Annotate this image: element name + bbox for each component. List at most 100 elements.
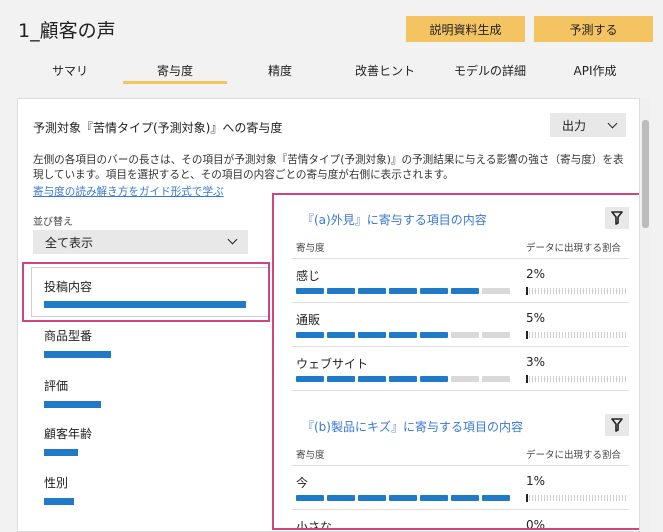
ratio-bar — [526, 494, 628, 502]
filter-button[interactable] — [605, 207, 629, 229]
ratio-fill — [526, 287, 528, 295]
segment-bar — [296, 288, 510, 294]
output-label: 出力 — [562, 118, 587, 133]
tab-improvement-hints[interactable]: 改善ヒント — [333, 62, 437, 84]
row-divider — [292, 390, 629, 391]
ratio-value: 1% — [526, 474, 546, 488]
contribution-segment — [389, 332, 417, 338]
content-word: ウェブサイト — [296, 357, 369, 371]
contribution-segment — [389, 288, 417, 294]
contribution-bar — [44, 498, 74, 505]
ratio-value: 3% — [526, 355, 546, 369]
section-title: 『(a)外見』に寄与する項目の内容 — [302, 213, 487, 227]
ratio-bar — [526, 375, 628, 383]
scrollbar-thumb[interactable] — [642, 120, 649, 228]
app-title: 1_顧客の声 — [18, 20, 116, 42]
predict-button[interactable]: 予測する — [534, 16, 653, 42]
chevron-down-icon — [227, 234, 238, 245]
contribution-segment — [389, 495, 417, 501]
tab-contribution[interactable]: 寄与度 — [123, 62, 227, 84]
contribution-segment — [296, 332, 324, 338]
feature-label: 商品型番 — [44, 329, 93, 343]
table-row[interactable]: 感じ 2% — [292, 258, 629, 301]
contribution-panel: 予測対象『苦情タイプ(予測対象)』への寄与度 出力 左側の各項目のバーの長さは、… — [17, 98, 640, 532]
filter-icon — [611, 418, 623, 432]
contribution-segment — [482, 376, 510, 382]
tab-summary[interactable]: サマリ — [18, 62, 122, 84]
ratio-value: 2% — [526, 267, 546, 281]
content-word: 感じ — [296, 269, 321, 283]
tab-bar: サマリ 寄与度 精度 改善ヒント モデルの詳細 API作成 — [18, 62, 646, 84]
segment-bar — [296, 332, 510, 338]
description-text: 左側の各項目のバーの長さは、その項目が予測対象『苦情タイプ(予測対象)』の予測結… — [33, 154, 624, 181]
ratio-fill — [526, 331, 528, 339]
sort-value: 全て表示 — [45, 235, 94, 250]
content-word: 通販 — [296, 313, 321, 327]
tab-api[interactable]: API作成 — [543, 62, 647, 84]
tab-model-details[interactable]: モデルの詳細 — [438, 62, 542, 84]
contribution-segment — [420, 495, 448, 501]
contribution-segment — [358, 288, 386, 294]
segment-bar — [296, 376, 510, 382]
contribution-segment — [358, 332, 386, 338]
feature-item[interactable]: 性別 — [32, 468, 268, 516]
column-header-contribution: 寄与度 — [296, 450, 325, 461]
output-dropdown[interactable]: 出力 — [550, 113, 626, 137]
tab-accuracy[interactable]: 精度 — [228, 62, 332, 84]
sort-label: 並び替え — [33, 217, 73, 228]
contribution-segment — [451, 332, 479, 338]
segment-bar — [296, 495, 510, 501]
contribution-bar — [44, 449, 78, 456]
ratio-value: 0% — [526, 518, 546, 530]
generate-explanation-button[interactable]: 説明資料生成 — [406, 16, 525, 42]
contribution-segment — [358, 495, 386, 501]
contribution-segment — [420, 376, 448, 382]
selection-highlight — [22, 262, 270, 322]
contribution-segment — [327, 495, 355, 501]
ratio-bar — [526, 287, 628, 295]
contribution-segment — [482, 332, 510, 338]
content-word: 小さな — [296, 520, 333, 530]
feature-item[interactable]: 商品型番 — [32, 321, 268, 369]
contribution-segment — [327, 332, 355, 338]
column-header-ratio: データに出現する割合 — [526, 243, 622, 254]
contribution-segment — [482, 288, 510, 294]
ratio-fill — [526, 494, 528, 502]
ratio-value: 5% — [526, 311, 546, 325]
feature-item[interactable]: 顧客年齢 — [32, 419, 268, 467]
contribution-segment — [451, 495, 479, 501]
filter-icon — [611, 211, 623, 225]
ratio-fill — [526, 375, 528, 383]
column-header-contribution: 寄与度 — [296, 243, 325, 254]
contribution-bar — [44, 351, 111, 358]
guide-link[interactable]: 寄与度の読み解き方をガイド形式で学ぶ — [33, 184, 224, 199]
detail-panel: 『(a)外見』に寄与する項目の内容 寄与度 データに出現する割合 感じ 2% 通… — [272, 193, 639, 530]
contribution-segment — [389, 376, 417, 382]
ratio-bar — [526, 331, 628, 339]
page-heading: 予測対象『苦情タイプ(予測対象)』への寄与度 — [33, 121, 283, 135]
section-title: 『(b)製品にキズ』に寄与する項目の内容 — [302, 420, 523, 434]
contribution-segment — [420, 332, 448, 338]
contribution-segment — [327, 288, 355, 294]
content-word: 今 — [296, 476, 309, 490]
contribution-segment — [296, 495, 324, 501]
feature-label: 顧客年齢 — [44, 427, 93, 441]
feature-item[interactable]: 評価 — [32, 371, 268, 419]
filter-button[interactable] — [605, 414, 629, 436]
contribution-bar — [44, 401, 101, 408]
chevron-down-icon — [607, 118, 618, 129]
table-row[interactable]: 小さな 0% — [292, 509, 629, 530]
table-row[interactable]: 通販 5% — [292, 302, 629, 345]
table-row[interactable]: 今 1% — [292, 465, 629, 508]
column-header-ratio: データに出現する割合 — [526, 450, 622, 461]
contribution-segment — [327, 376, 355, 382]
feature-label: 性別 — [44, 476, 69, 490]
contribution-segment — [296, 376, 324, 382]
contribution-segment — [420, 288, 448, 294]
feature-label: 評価 — [44, 379, 69, 393]
contribution-segment — [358, 376, 386, 382]
contribution-segment — [451, 376, 479, 382]
table-row[interactable]: ウェブサイト 3% — [292, 346, 629, 389]
sort-select[interactable]: 全て表示 — [33, 230, 248, 254]
contribution-segment — [296, 288, 324, 294]
